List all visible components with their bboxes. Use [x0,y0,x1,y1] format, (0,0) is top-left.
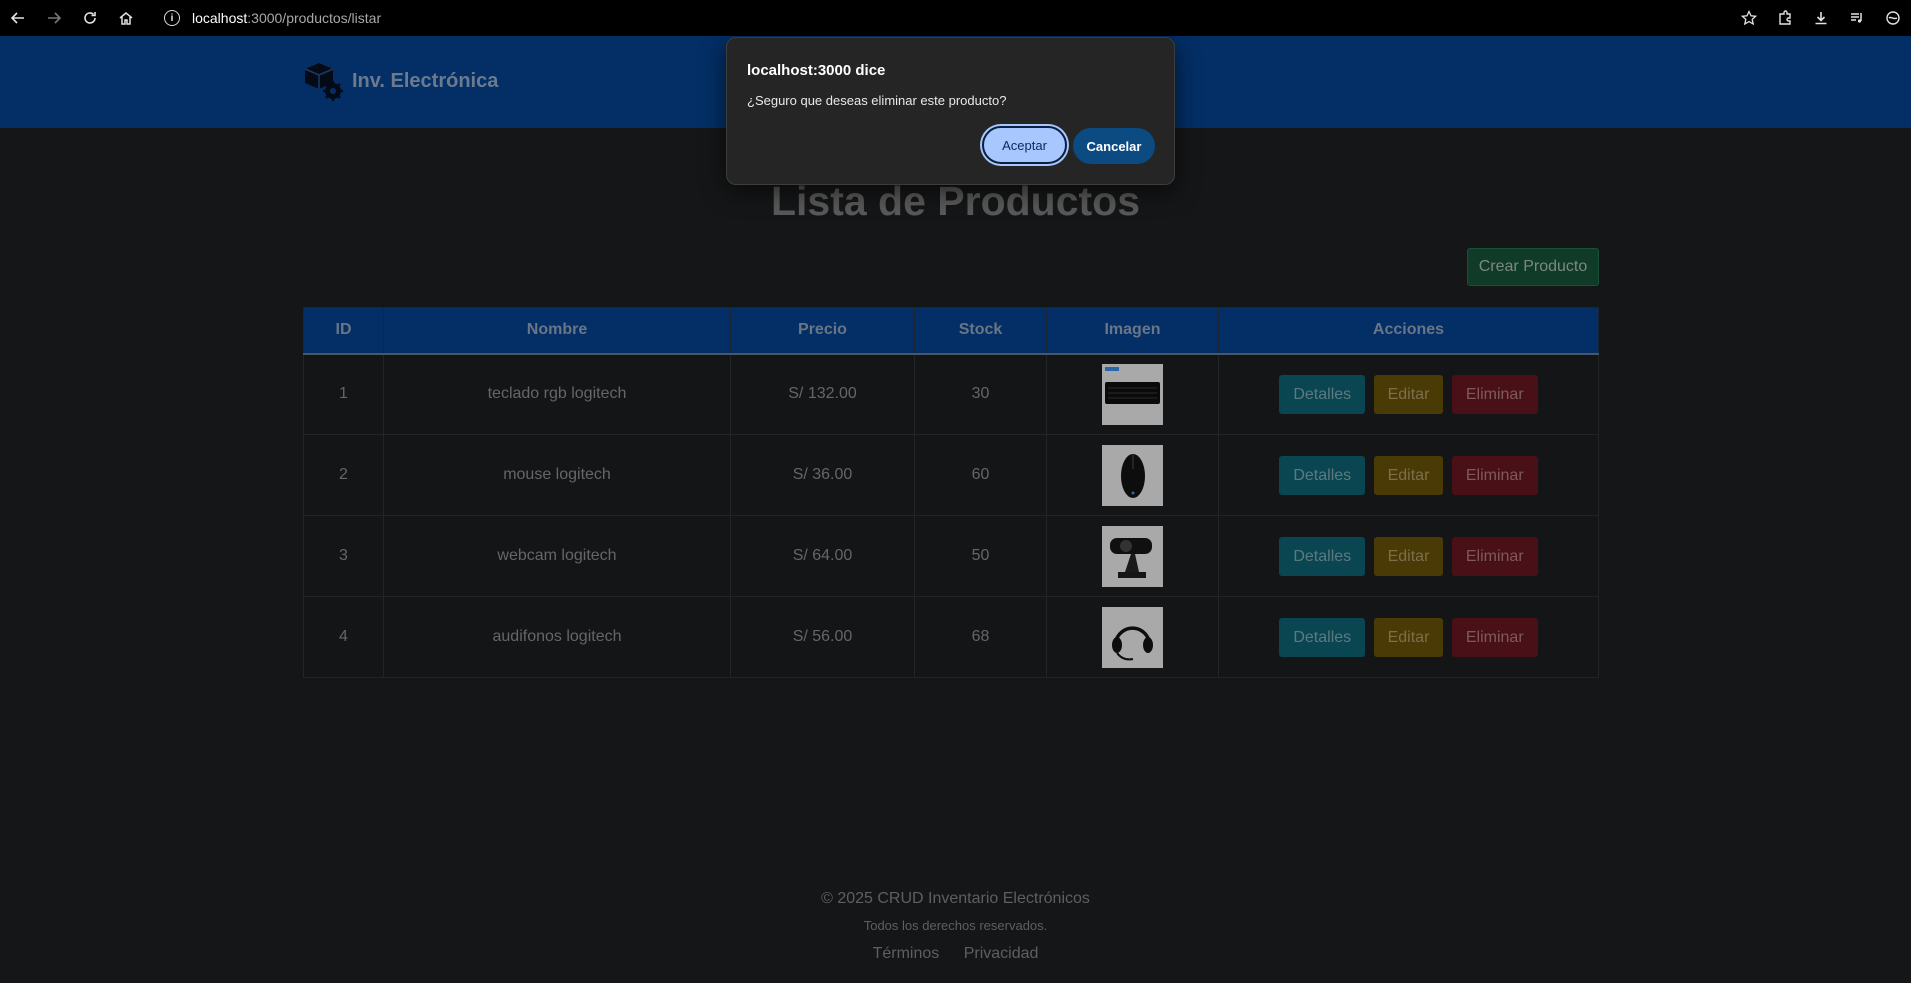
cell-stock: 60 [914,434,1047,516]
inventory-box-gear-icon [304,63,343,101]
footer-rights: Todos los derechos reservados. [863,918,1048,933]
cell-name: mouse logitech [383,434,731,516]
keyboard-image [1102,363,1163,425]
address-bar[interactable]: i localhost:3000/productos/listar [164,10,381,26]
cell-price: S/ 36.00 [730,434,915,516]
cell-id: 2 [303,434,384,516]
cell-stock: 68 [914,596,1047,678]
cell-id: 1 [303,353,384,435]
edit-button[interactable]: Editar [1373,374,1444,414]
footer: © 2025 CRUD Inventario Electrónicos Todo… [0,890,1911,963]
cell-image [1046,353,1219,435]
table-header-row: ID Nombre Precio Stock Imagen Acciones [303,307,1599,355]
profile-icon[interactable] [1875,0,1911,36]
details-button[interactable]: Detalles [1279,374,1366,414]
headset-image [1102,606,1163,668]
edit-button[interactable]: Editar [1373,455,1444,495]
cell-actions: Detalles Editar Eliminar [1218,596,1599,678]
details-button[interactable]: Detalles [1279,536,1366,576]
cell-id: 4 [303,596,384,678]
delete-button[interactable]: Eliminar [1451,536,1538,576]
table-row: 4 audifonos logitech S/ 56.00 68 Detalle… [303,596,1599,678]
delete-button[interactable]: Eliminar [1451,374,1538,414]
extensions-icon[interactable] [1767,0,1803,36]
column-header-stock: Stock [914,307,1047,355]
forward-icon[interactable] [36,0,72,36]
cell-name: webcam logitech [383,515,731,597]
terms-link[interactable]: Términos [873,945,940,962]
page-title: Lista de Productos [770,178,1141,224]
cell-stock: 50 [914,515,1047,597]
cell-price: S/ 132.00 [730,353,915,435]
dialog-title: localhost:3000 dice [747,62,886,79]
details-button[interactable]: Detalles [1279,617,1366,657]
delete-button[interactable]: Eliminar [1451,617,1538,657]
cell-actions: Detalles Editar Eliminar [1218,353,1599,435]
column-header-id: ID [303,307,384,355]
cancel-button[interactable]: Cancelar [1073,128,1155,164]
site-info-icon[interactable]: i [164,10,180,26]
media-control-icon[interactable] [1839,0,1875,36]
table-row: 3 webcam logitech S/ 64.00 50 Detalles E… [303,515,1599,597]
cell-name: audifonos logitech [383,596,731,678]
delete-button[interactable]: Eliminar [1451,455,1538,495]
footer-copyright: © 2025 CRUD Inventario Electrónicos [821,890,1090,907]
download-icon[interactable] [1803,0,1839,36]
edit-button[interactable]: Editar [1373,536,1444,576]
cell-image [1046,596,1219,678]
webcam-image [1102,525,1163,587]
cell-actions: Detalles Editar Eliminar [1218,515,1599,597]
cell-image [1046,515,1219,597]
products-table: ID Nombre Precio Stock Imagen Acciones 1… [303,307,1599,678]
details-button[interactable]: Detalles [1279,455,1366,495]
cell-price: S/ 64.00 [730,515,915,597]
cell-name: teclado rgb logitech [383,353,731,435]
brand[interactable]: Inv. Electrónica [302,60,498,102]
table-row: 1 teclado rgb logitech S/ 132.00 30 Deta… [303,353,1599,435]
privacy-link[interactable]: Privacidad [964,945,1039,962]
url-path: :3000/productos/listar [247,10,382,26]
reload-icon[interactable] [72,0,108,36]
cell-id: 3 [303,515,384,597]
column-header-precio: Precio [730,307,915,355]
edit-button[interactable]: Editar [1373,617,1444,657]
cell-price: S/ 56.00 [730,596,915,678]
column-header-acciones: Acciones [1218,307,1599,355]
footer-links: Términos Privacidad [0,945,1911,963]
accept-button[interactable]: Aceptar [982,126,1067,164]
column-header-imagen: Imagen [1046,307,1219,355]
column-header-nombre: Nombre [383,307,731,355]
brand-name: Inv. Electrónica [352,69,499,92]
back-icon[interactable] [0,0,36,36]
cell-image [1046,434,1219,516]
home-icon[interactable] [108,0,144,36]
table-row: 2 mouse logitech S/ 36.00 60 Detalles Ed… [303,434,1599,516]
cell-actions: Detalles Editar Eliminar [1218,434,1599,516]
create-product-button[interactable]: Crear Producto [1467,248,1599,286]
dialog-message: ¿Seguro que deseas eliminar este product… [747,93,1007,108]
mouse-image [1102,444,1163,506]
cell-stock: 30 [914,353,1047,435]
browser-toolbar: i localhost:3000/productos/listar [0,0,1911,36]
confirm-dialog: localhost:3000 dice ¿Seguro que deseas e… [726,37,1175,185]
url-host: localhost [192,10,248,26]
bookmark-star-icon[interactable] [1731,0,1767,36]
